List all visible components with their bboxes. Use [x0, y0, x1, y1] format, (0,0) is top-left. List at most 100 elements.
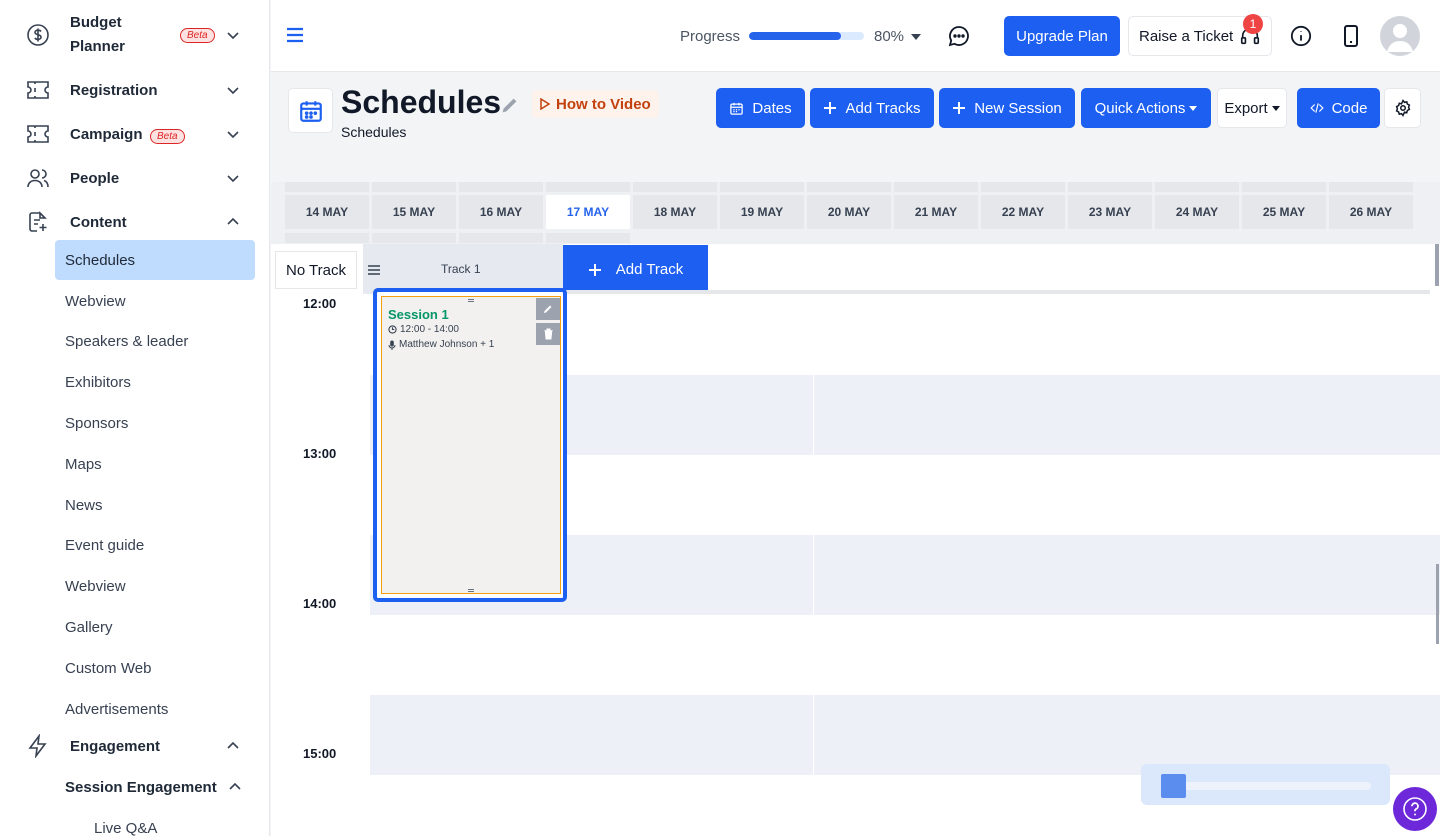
topbar: Progress 80% Upgrade Plan Raise a Ticket…: [271, 0, 1440, 72]
export-button[interactable]: Export: [1217, 88, 1287, 128]
sidebar-item-live-qa[interactable]: Live Q&A: [84, 808, 269, 836]
date-cell[interactable]: 17 MAY: [546, 195, 630, 229]
chevron-up-icon[interactable]: [224, 213, 242, 231]
date-cell[interactable]: 19 MAY: [720, 195, 804, 229]
upgrade-plan-button[interactable]: Upgrade Plan: [1004, 16, 1120, 56]
progress-label: Progress: [680, 28, 741, 45]
date-cell[interactable]: 26 MAY: [1329, 195, 1413, 229]
sidebar-item-gallery[interactable]: Gallery: [55, 607, 255, 647]
date-cell[interactable]: 14 MAY: [285, 195, 369, 229]
add-tracks-button[interactable]: Add Tracks: [810, 88, 934, 128]
nav-budget-planner[interactable]: Budget Planner Beta: [0, 10, 269, 60]
how-to-video-link[interactable]: How to Video: [532, 90, 659, 118]
sidebar-item-news[interactable]: News: [55, 485, 255, 525]
date-cell[interactable]: 18 MAY: [633, 195, 717, 229]
date-cell[interactable]: 25 MAY: [1242, 195, 1326, 229]
no-track-button[interactable]: No Track: [275, 251, 357, 289]
time-slot[interactable]: [370, 695, 1440, 775]
resize-handle-icon[interactable]: [468, 589, 474, 592]
date-cell[interactable]: 16 MAY: [459, 195, 543, 229]
scrollbar-thumb[interactable]: [1436, 564, 1439, 644]
sidebar-item-maps[interactable]: Maps: [55, 444, 255, 484]
nav-content-label: Content: [70, 213, 127, 231]
session-card-selected[interactable]: Session 1 12:00 - 14:00 Matthew Johnson …: [373, 288, 567, 602]
help-button[interactable]: [1393, 787, 1437, 831]
sidebar-item-advertisements[interactable]: Advertisements: [55, 689, 255, 729]
slot-divider: [813, 695, 814, 775]
date-cell[interactable]: 22 MAY: [981, 195, 1065, 229]
nav-content[interactable]: Content: [0, 209, 269, 235]
nav-session-engagement-label: Session Engagement: [65, 778, 217, 796]
sidebar-item-sponsors[interactable]: Sponsors: [55, 403, 255, 443]
how-to-video-label: How to Video: [556, 95, 651, 113]
session-card[interactable]: Session 1 12:00 - 14:00 Matthew Johnson …: [381, 296, 561, 594]
date-cell[interactable]: 15 MAY: [372, 195, 456, 229]
mini-scroller-thumb[interactable]: [1161, 774, 1186, 798]
ticket-count-badge: 1: [1243, 14, 1263, 34]
chevron-up-icon[interactable]: [224, 737, 242, 755]
nav-campaign-label: Campaign: [70, 125, 143, 143]
avatar[interactable]: [1380, 16, 1420, 56]
date-cell-bottom-stub: [372, 233, 456, 243]
chevron-up-icon[interactable]: [226, 778, 244, 796]
code-button[interactable]: Code: [1297, 88, 1380, 128]
date-cell-top-stub: [1155, 182, 1239, 192]
new-session-button[interactable]: New Session: [939, 88, 1075, 128]
nav-registration[interactable]: Registration: [0, 77, 269, 103]
chat-icon[interactable]: [946, 23, 972, 49]
progress-dropdown-caret-icon[interactable]: [911, 34, 921, 40]
nav-people[interactable]: People: [0, 165, 269, 191]
schedule-calendar: 14 MAY 15 MAY 16 MAY 17 MAY 18 MAY 19 MAY 20 M…: [271, 182, 1440, 836]
nav-engagement[interactable]: Engagement: [0, 733, 269, 759]
date-cell[interactable]: 23 MAY: [1068, 195, 1152, 229]
scrollbar-thumb[interactable]: [1435, 244, 1439, 286]
time-slot[interactable]: [370, 615, 1440, 695]
progress-value: 80%: [874, 28, 905, 45]
chevron-down-icon[interactable]: [224, 125, 242, 143]
chevron-down-icon[interactable]: [224, 81, 242, 99]
edit-session-button[interactable]: [536, 298, 560, 320]
code-icon: [1309, 103, 1324, 113]
play-icon: [540, 98, 550, 110]
chevron-down-icon[interactable]: [224, 169, 242, 187]
track-1-label: Track 1: [441, 262, 481, 276]
quick-actions-button[interactable]: Quick Actions: [1081, 88, 1211, 128]
sidebar-item-exhibitors[interactable]: Exhibitors: [55, 362, 255, 402]
resize-handle-icon[interactable]: [468, 299, 474, 302]
sidebar-item-webview-2[interactable]: Webview: [55, 566, 255, 606]
hamburger-menu-icon[interactable]: [286, 27, 304, 43]
delete-session-button[interactable]: [536, 323, 560, 345]
sidebar-item-event-guide[interactable]: Event guide: [55, 525, 255, 565]
sidebar-item-speakers[interactable]: Speakers & leader: [55, 321, 255, 361]
sidebar-item-custom-web[interactable]: Custom Web: [55, 648, 255, 688]
mini-scroller-widget[interactable]: [1141, 764, 1390, 805]
time-label: 12:00: [303, 296, 337, 311]
add-track-label: Add Track: [615, 261, 684, 278]
date-cell[interactable]: 24 MAY: [1155, 195, 1239, 229]
nav-session-engagement[interactable]: Session Engagement: [0, 774, 269, 800]
session-speakers: Matthew Johnson + 1: [388, 339, 494, 350]
date-cell-top-stub: [372, 182, 456, 192]
date-cell-top-stub: [459, 182, 543, 192]
date-cell[interactable]: 20 MAY: [807, 195, 891, 229]
dates-button[interactable]: Dates: [716, 88, 805, 128]
clock-icon: [388, 325, 397, 334]
sidebar-item-schedules[interactable]: Schedules: [55, 240, 255, 280]
settings-button[interactable]: [1384, 88, 1421, 128]
drag-handle-icon[interactable]: [368, 264, 380, 276]
plus-icon: [824, 102, 837, 114]
nav-budget-planner-label: Budget Planner: [70, 14, 126, 55]
ticket-icon: [25, 121, 51, 147]
pencil-icon[interactable]: [499, 94, 521, 116]
sidebar-item-webview[interactable]: Webview: [55, 281, 255, 321]
add-track-button[interactable]: Add Track: [563, 245, 708, 294]
session-speakers-label: Matthew Johnson + 1: [399, 339, 495, 350]
nav-registration-label: Registration: [70, 81, 158, 99]
chevron-down-icon[interactable]: [224, 26, 242, 44]
nav-campaign[interactable]: Campaign Beta: [0, 121, 269, 147]
mobile-icon[interactable]: [1338, 23, 1364, 49]
info-icon[interactable]: [1288, 23, 1314, 49]
plus-icon: [953, 102, 966, 114]
date-cell[interactable]: 21 MAY: [894, 195, 978, 229]
slot-divider: [813, 375, 814, 455]
